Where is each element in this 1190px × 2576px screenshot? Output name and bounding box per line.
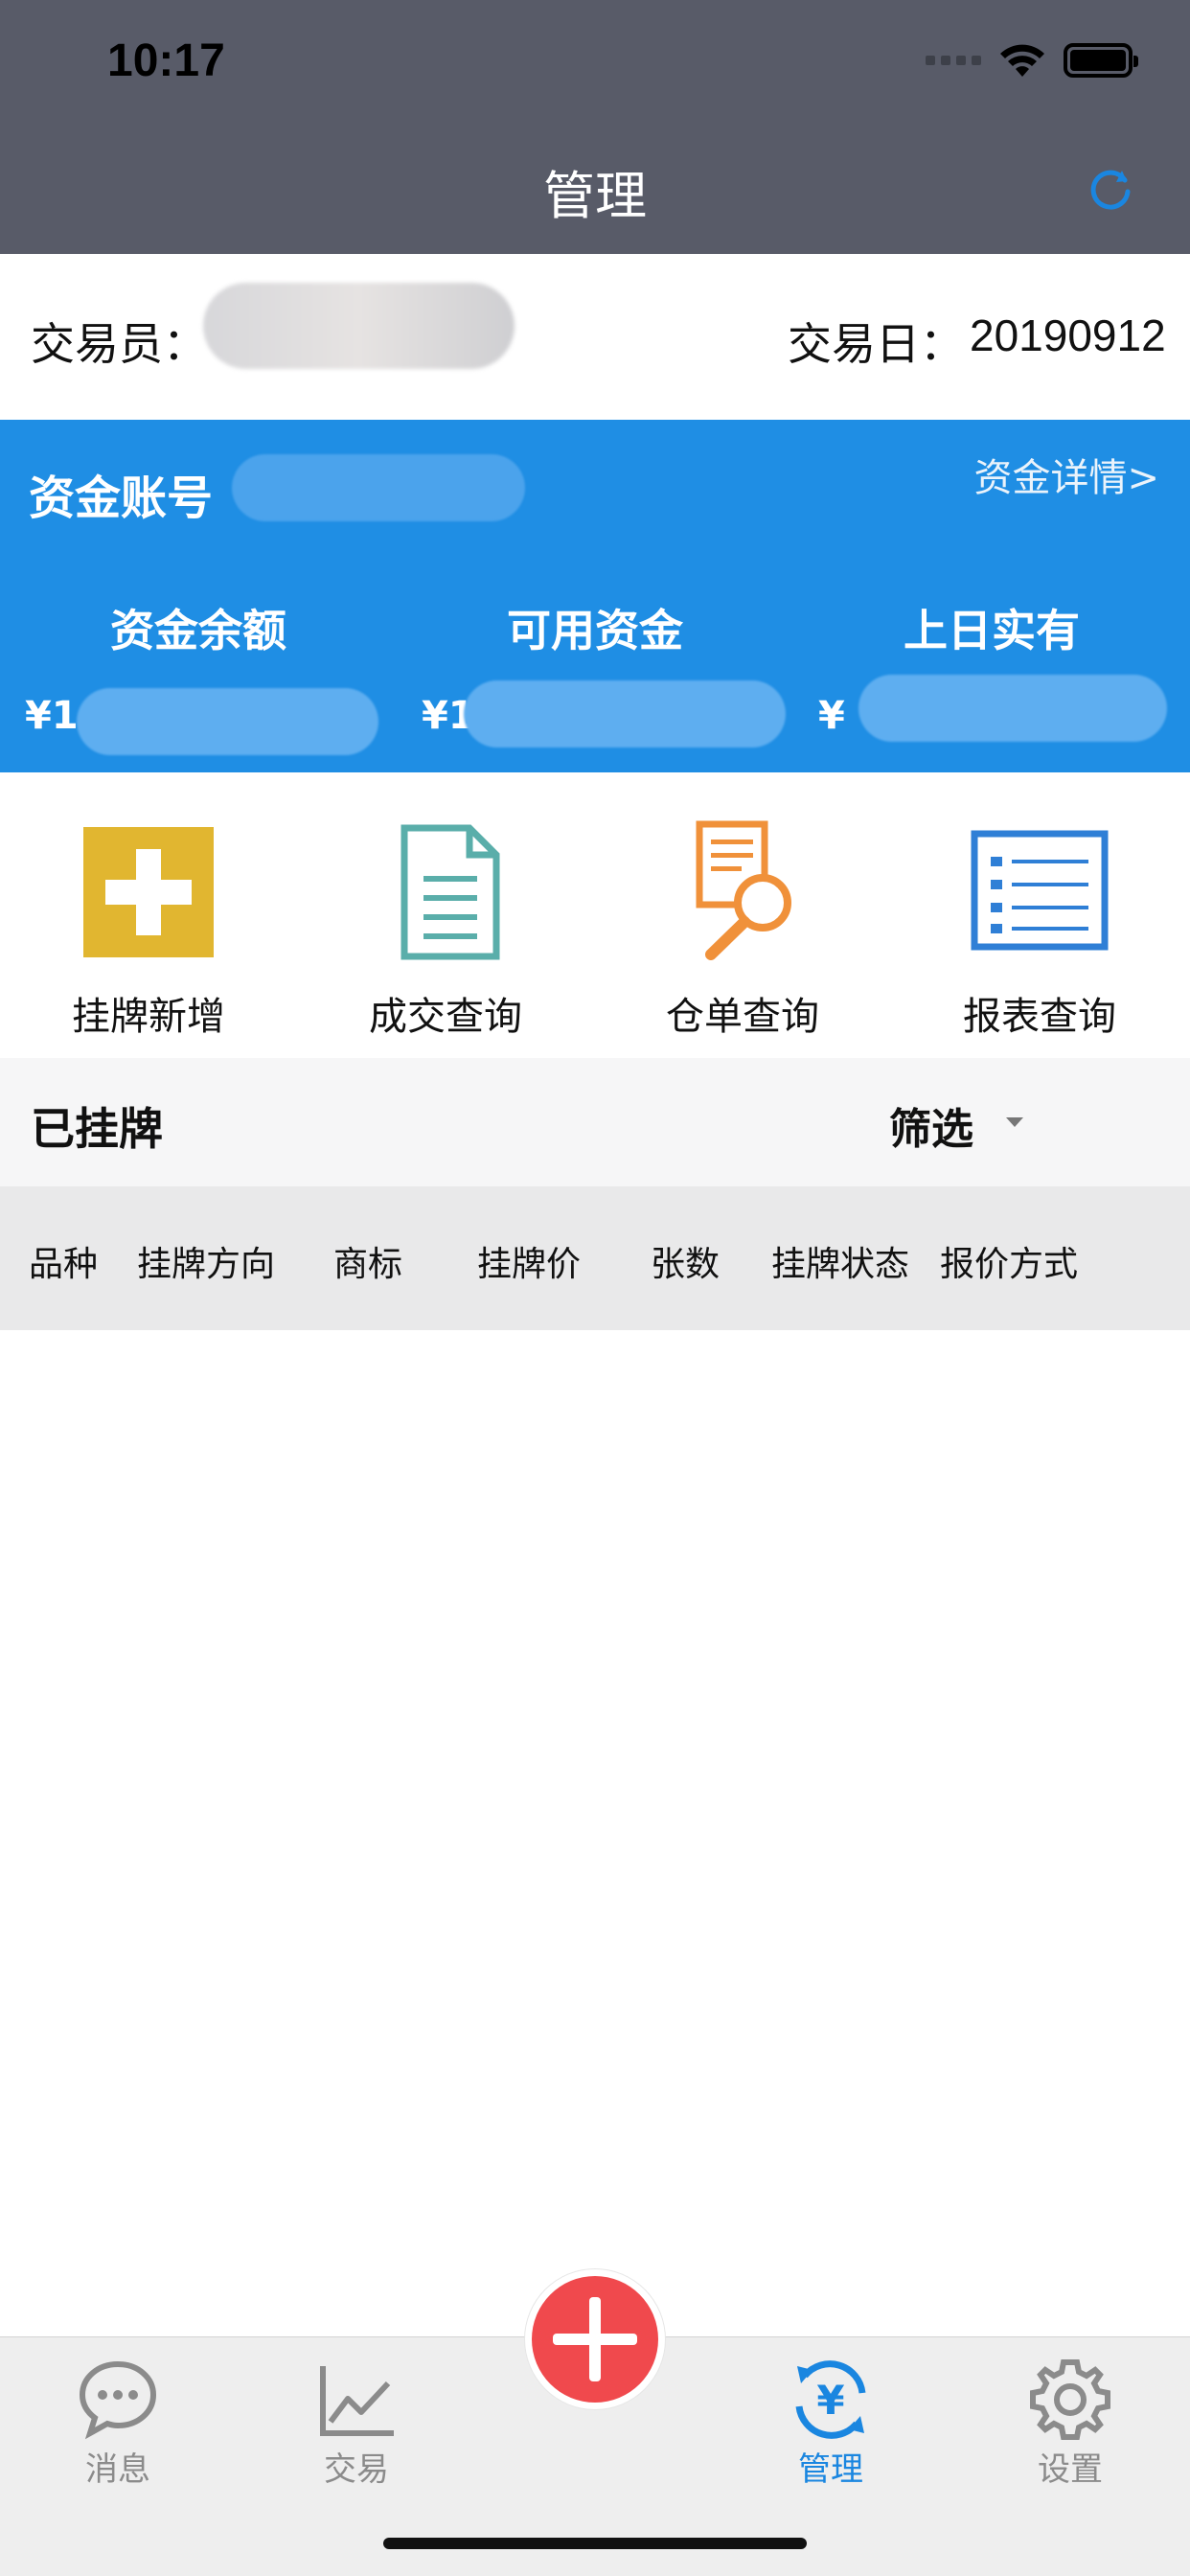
cellular-signal-icon [926, 56, 981, 65]
add-listing-icon [83, 827, 214, 957]
quick-actions: 挂牌新增 成交查询 仓单查询 报表查询 [0, 772, 1190, 1058]
status-time: 10:17 [107, 35, 225, 86]
action-warehouse-query[interactable]: 仓单查询 [594, 820, 891, 1041]
report-list-icon [971, 830, 1109, 951]
fund-balance-label: 资金余额 [110, 605, 286, 656]
tab-label: 管理 [798, 2450, 863, 2489]
column-header: 品种 [29, 1245, 99, 1284]
listed-title: 已挂牌 [31, 1103, 163, 1155]
trader-name-redacted [203, 283, 515, 369]
tab-label: 设置 [1038, 2450, 1103, 2489]
column-header: 挂牌状态 [771, 1245, 910, 1284]
fund-account-redacted [232, 454, 525, 521]
fund-card: 资金账号 资金详情> 资金余额 可用资金 上日实有 ¥1 ¥1 ¥ [0, 420, 1190, 772]
fund-detail-link[interactable]: 资金详情> [973, 447, 1159, 502]
app-header: 10:17 管理 [0, 0, 1190, 254]
svg-text:¥: ¥ [816, 2377, 844, 2424]
fund-previous-label: 上日实有 [904, 605, 1080, 656]
action-label: 挂牌新增 [72, 995, 225, 1039]
message-icon [79, 2360, 157, 2440]
chart-icon [320, 2366, 394, 2436]
caret-down-icon[interactable] [1006, 1117, 1023, 1127]
fund-previous-redacted [858, 675, 1167, 742]
tab-label: 消息 [85, 2450, 150, 2489]
column-header: 张数 [651, 1245, 721, 1284]
action-report-query[interactable]: 报表查询 [891, 820, 1188, 1041]
fund-balance-redacted [77, 688, 378, 755]
listed-header: 已挂牌 筛选 [0, 1058, 1190, 1186]
gear-icon [1030, 2359, 1110, 2440]
trade-date-label: 交易日： [788, 318, 964, 370]
tab-management[interactable]: ¥ 管理 [749, 2357, 912, 2490]
action-deal-query[interactable]: 成交查询 [297, 820, 594, 1041]
add-center-button[interactable] [525, 2269, 665, 2409]
column-header: 挂牌方向 [137, 1245, 276, 1284]
trader-info-row: 交易员： 交易日： 20190912 [0, 254, 1190, 420]
action-label: 仓单查询 [666, 995, 819, 1039]
document-icon [400, 824, 500, 960]
search-document-icon [696, 820, 791, 960]
fund-balance-value: ¥1 [25, 694, 79, 738]
tab-label: 交易 [324, 2450, 389, 2489]
status-icons [926, 42, 1138, 79]
home-indicator [383, 2538, 807, 2549]
action-add-listing[interactable]: 挂牌新增 [0, 820, 297, 1041]
yuan-refresh-icon: ¥ [795, 2360, 866, 2439]
fund-available-redacted [464, 680, 786, 748]
column-header: 挂牌价 [477, 1245, 582, 1284]
wifi-icon [1000, 44, 1044, 77]
refresh-icon[interactable] [1087, 165, 1134, 213]
battery-icon [1064, 43, 1138, 78]
tab-trading[interactable]: 交易 [275, 2357, 438, 2490]
page-title: 管理 [543, 166, 647, 226]
column-header: 报价方式 [940, 1245, 1079, 1284]
listing-list[interactable] [0, 1330, 1190, 2336]
trade-date-value: 20190912 [970, 310, 1166, 360]
action-label: 成交查询 [369, 995, 522, 1039]
column-header: 商标 [333, 1245, 403, 1284]
tab-settings[interactable]: 设置 [989, 2357, 1152, 2490]
plus-icon [532, 2276, 658, 2403]
trader-label: 交易员： [31, 318, 207, 370]
action-label: 报表查询 [963, 995, 1116, 1039]
fund-available-label: 可用资金 [507, 605, 683, 656]
tab-messages[interactable]: 消息 [36, 2357, 199, 2490]
table-header: 品种 挂牌方向 商标 挂牌价 张数 挂牌状态 报价方式 [0, 1186, 1190, 1330]
fund-previous-value: ¥ [818, 694, 845, 738]
fund-account-label: 资金账号 [29, 472, 214, 525]
filter-button[interactable]: 筛选 [889, 1094, 973, 1156]
